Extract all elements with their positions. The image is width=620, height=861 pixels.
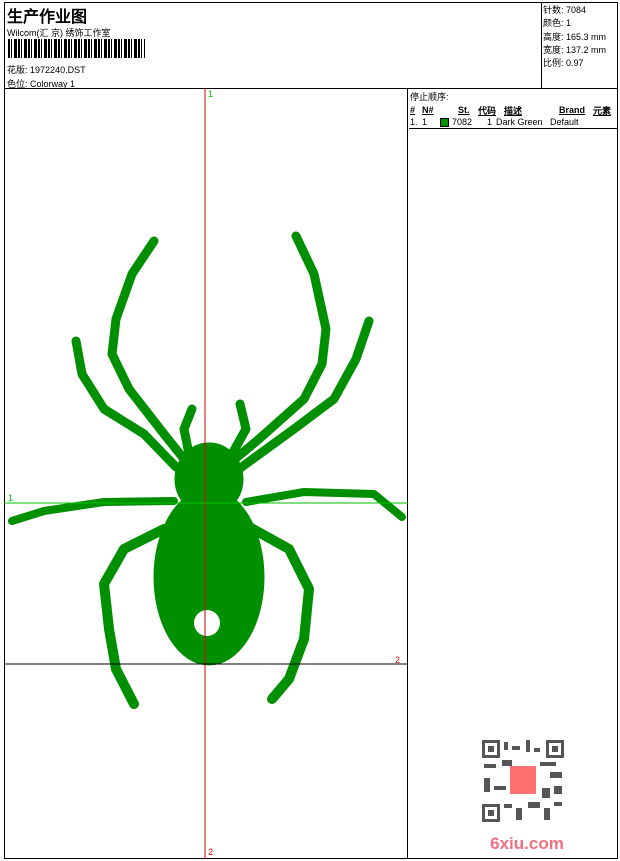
stop-sequence-title: 停止顺序: [410, 92, 449, 102]
stop-sequence-panel: 停止顺序: # N# St. 代码 描述 Brand 元素 1. 1 7082 … [409, 89, 618, 129]
leg [99, 524, 169, 709]
table-header: # N# St. 代码 描述 Brand 元素 [409, 104, 618, 116]
color-count: 颜色: 1 [543, 18, 572, 29]
col-n: N# [422, 105, 434, 115]
design-scale: 比例: 0.97 [543, 58, 584, 69]
table-row: 1. 1 7082 1 Dark Green Default [409, 116, 618, 128]
row-st: 7082 [452, 117, 473, 127]
leg [107, 236, 189, 464]
col-brand: Brand [559, 105, 586, 115]
col-element: 元素 [593, 105, 612, 116]
colorway-label: 色位: [7, 79, 28, 89]
design-label: 花版: [7, 65, 28, 75]
header: 生产作业图 Wilcom(汇 京) 绣饰工作室 花版: 1972240.DST … [4, 2, 618, 89]
qr-code-icon: 6xiu.com [482, 740, 564, 853]
leg [8, 497, 178, 525]
guide-label-bottom: 2 [208, 847, 214, 857]
barcode [8, 39, 145, 58]
design-file-value: 1972240.DST [30, 65, 86, 75]
row-brand: Default [550, 117, 579, 127]
row-desc: Dark Green [496, 117, 543, 127]
spider-design [4, 89, 408, 859]
guide-label-left: 1 [8, 493, 14, 503]
leg [242, 488, 406, 521]
design-file: 花版: 1972240.DST [7, 63, 86, 76]
design-width: 宽度: 137.2 mm [543, 44, 607, 55]
row-num: 1. [410, 117, 418, 127]
abdomen-spot [194, 610, 220, 636]
page-title: 生产作业图 [7, 9, 88, 26]
col-code: 代码 [478, 105, 497, 116]
watermark: 6xiu.com [480, 738, 575, 855]
color-swatch [440, 117, 449, 127]
design-canvas: 1 2 1 2 [4, 89, 408, 859]
leg [71, 336, 181, 472]
watermark-site: 6xiu.com [490, 834, 564, 853]
row-code: 1 [486, 117, 492, 127]
seal [510, 766, 536, 794]
divider [409, 128, 618, 129]
stitch-count: 针数: 7084 [543, 5, 587, 15]
guide-label-top: 1 [208, 89, 214, 99]
col-desc: 描述 [504, 105, 523, 116]
design-height: 高度: 165.3 mm [543, 31, 607, 42]
colorway-value: Colorway 1 [30, 79, 76, 89]
leg [179, 404, 197, 459]
col-st: St. [458, 105, 470, 115]
abdomen [153, 488, 265, 666]
design-info: 针数: 7084 颜色: 1 高度: 165.3 mm 宽度: 137.2 mm… [541, 2, 618, 88]
col-num: # [410, 105, 416, 115]
row-n: 1 [422, 117, 428, 127]
guide-label-right: 2 [395, 655, 401, 665]
company-name: Wilcom(汇 京) 绣饰工作室 [7, 28, 111, 38]
